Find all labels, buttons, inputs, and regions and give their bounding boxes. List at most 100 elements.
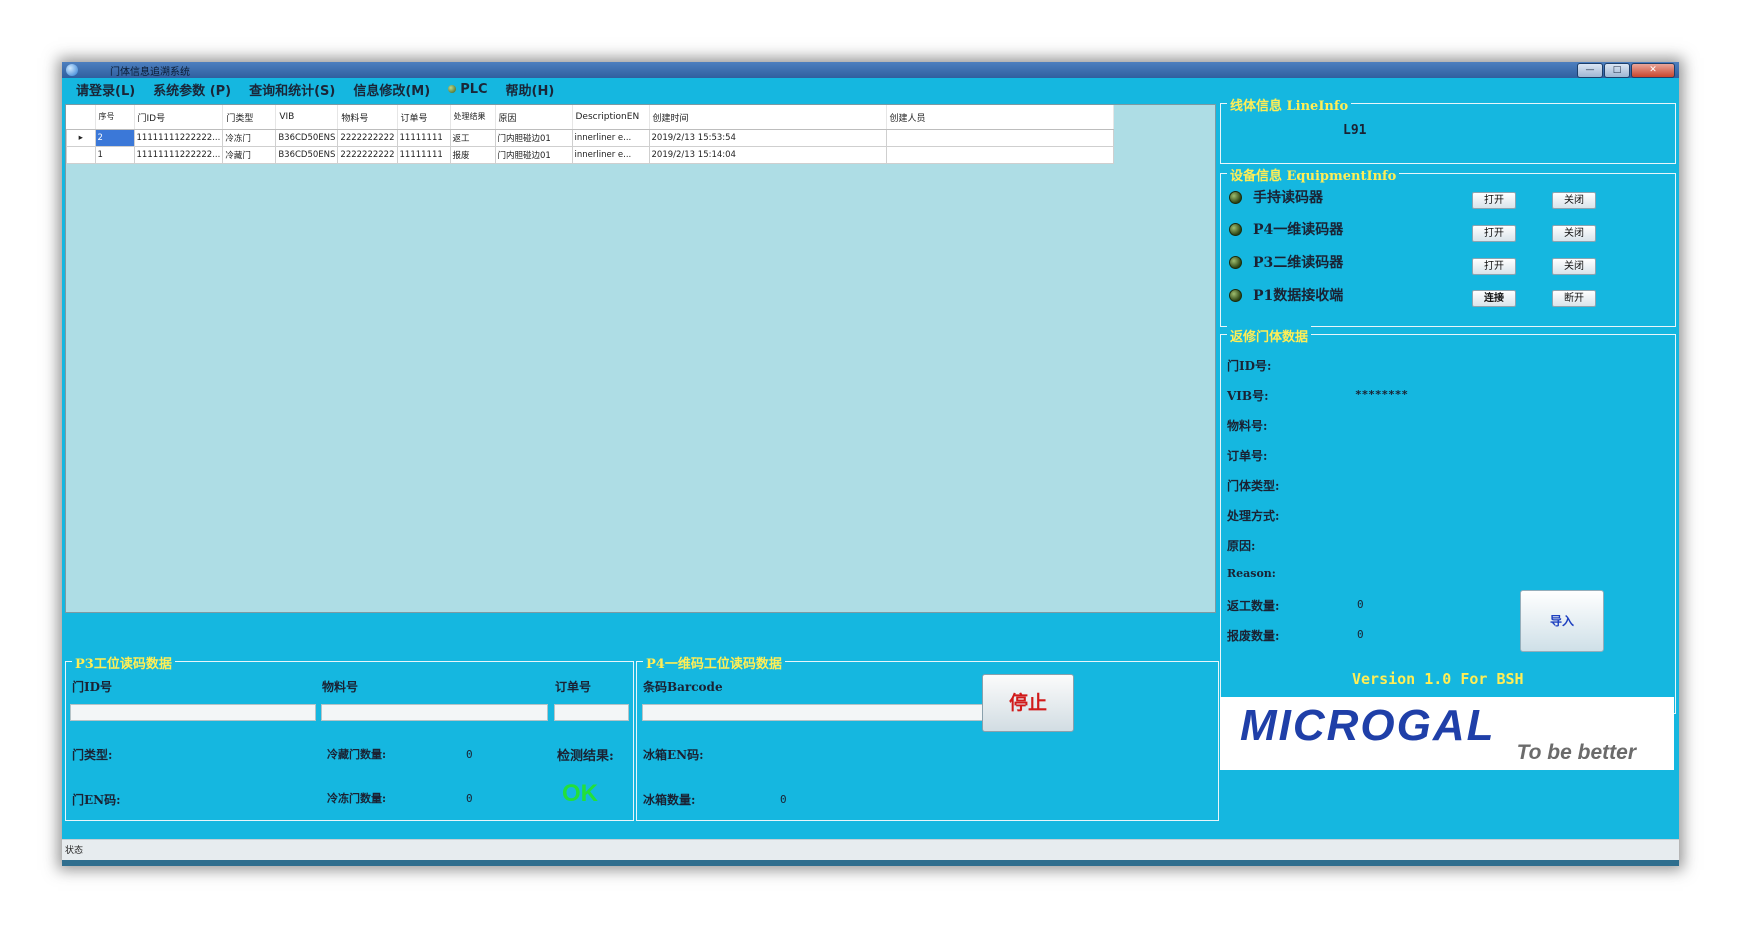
taskbar-strip: [62, 860, 1679, 866]
cell[interactable]: 门内胆碰边01: [494, 146, 573, 164]
cell[interactable]: B36CD50ENS: [275, 146, 339, 164]
p3-material-field[interactable]: [321, 704, 548, 721]
cell[interactable]: 冷冻门: [222, 129, 277, 147]
col-reason[interactable]: 原因: [495, 105, 573, 130]
repair-material-label: 物料号:: [1227, 419, 1268, 433]
repair-reason-en-label: Reason:: [1227, 567, 1276, 580]
p4-close-button[interactable]: 关闭: [1552, 225, 1596, 242]
close-icon[interactable]: ✕: [1631, 63, 1675, 78]
p3-order-label: 订单号: [555, 680, 592, 694]
repair-scrap-value: 0: [1357, 628, 1364, 641]
col-creator[interactable]: 创建人员: [886, 105, 1114, 130]
minimize-icon[interactable]: —: [1577, 63, 1603, 78]
maximize-icon[interactable]: □: [1604, 63, 1630, 78]
menu-plc[interactable]: PLC: [448, 81, 488, 97]
p3-open-button[interactable]: 打开: [1472, 258, 1516, 275]
window-title: 门体信息追溯系统: [110, 67, 190, 78]
plc-status-icon: [448, 85, 457, 93]
col-door-type[interactable]: 门类型: [222, 105, 277, 130]
table-row[interactable]: 1 11111111222222... 冷藏门 B36CD50ENS 22222…: [66, 146, 1114, 164]
cell[interactable]: 11111111: [396, 146, 451, 164]
cell[interactable]: 门内胆碰边01: [494, 129, 573, 147]
p4-barcode-field[interactable]: [642, 704, 986, 721]
repair-reason-label: 原因:: [1227, 539, 1256, 553]
p3-check-result: OK: [562, 780, 598, 807]
status-label: 状态: [65, 846, 84, 856]
stop-button[interactable]: 停止: [982, 674, 1074, 732]
handheld-close-button[interactable]: 关闭: [1552, 192, 1596, 209]
menu-help[interactable]: 帮助(H): [506, 80, 555, 99]
p3-door-type-label: 门类型:: [72, 748, 113, 762]
col-create-time[interactable]: 创建时间: [649, 105, 887, 130]
p3-door-en-label: 门EN码:: [72, 793, 121, 807]
cell[interactable]: 报废: [449, 146, 496, 164]
window-controls: — □ ✕: [1577, 63, 1675, 78]
p3-door-id-field[interactable]: [70, 704, 316, 721]
records-table: 序号 门ID号 门类型 VIB 物料号 订单号 处理结果 原因 Descript…: [66, 105, 1114, 164]
col-description-en[interactable]: DescriptionEN: [572, 105, 650, 130]
repair-order-label: 订单号:: [1227, 449, 1268, 463]
col-seq[interactable]: 序号: [95, 105, 135, 130]
cell[interactable]: 2222222222: [337, 129, 398, 147]
menu-login[interactable]: 请登录(L): [76, 80, 135, 99]
p1-connect-button[interactable]: 连接: [1472, 290, 1516, 307]
menu-info-edit[interactable]: 信息修改(M): [353, 80, 430, 99]
cell[interactable]: 2019/2/13 15:53:54: [648, 129, 887, 147]
p3-order-field[interactable]: [554, 704, 629, 721]
device-p1-receiver-label: P1数据接收端: [1253, 288, 1344, 304]
cell[interactable]: 2222222222: [337, 146, 398, 164]
line-info-title: 线体信息 LineInfo: [1227, 95, 1352, 114]
cell[interactable]: 返工: [449, 129, 496, 147]
p3-freezer-door-count-label: 冷冻门数量:: [327, 792, 387, 805]
col-result[interactable]: 处理结果: [450, 105, 496, 130]
col-vib[interactable]: VIB: [275, 105, 339, 130]
cell[interactable]: 2019/2/13 15:14:04: [648, 146, 887, 164]
records-grid[interactable]: 序号 门ID号 门类型 VIB 物料号 订单号 处理结果 原因 Descript…: [65, 104, 1216, 613]
cell[interactable]: 冷藏门: [222, 146, 277, 164]
cell[interactable]: innerliner e...: [571, 146, 650, 164]
repair-door-type-label: 门体类型:: [1227, 479, 1280, 493]
p3-freezer-door-count: 0: [466, 792, 473, 805]
p4-open-button[interactable]: 打开: [1472, 225, 1516, 242]
row-selector-icon[interactable]: ▸: [66, 129, 96, 147]
cell[interactable]: B36CD50ENS: [275, 129, 339, 147]
version-text: Version 1.0 For BSH: [1352, 670, 1524, 688]
brand-logo: MICROGAL: [1240, 701, 1496, 750]
row-selector[interactable]: [66, 146, 96, 164]
repair-handling-label: 处理方式:: [1227, 509, 1280, 523]
cell[interactable]: innerliner e...: [571, 129, 650, 147]
cell[interactable]: 1: [94, 146, 135, 164]
p4-fridge-count: 0: [780, 793, 787, 806]
p3-material-label: 物料号: [322, 680, 359, 694]
handheld-open-button[interactable]: 打开: [1472, 192, 1516, 209]
repair-rework-value: 0: [1357, 598, 1364, 611]
col-order[interactable]: 订单号: [397, 105, 451, 130]
line-info-panel: 线体信息 LineInfo L91: [1220, 95, 1676, 164]
cell[interactable]: 11111111222222...: [133, 146, 224, 164]
p3-fridge-door-count-label: 冷藏门数量:: [327, 748, 387, 761]
menu-system-params[interactable]: 系统参数 (P): [153, 80, 231, 99]
menu-query-stats[interactable]: 查询和统计(S): [249, 80, 335, 99]
repair-title: 返修门体数据: [1227, 326, 1312, 345]
p4-barcode-label: 条码Barcode: [643, 680, 723, 694]
p3-close-button[interactable]: 关闭: [1552, 258, 1596, 275]
line-info-value: L91: [1343, 123, 1367, 138]
cell[interactable]: [885, 146, 1114, 164]
col-material[interactable]: 物料号: [337, 105, 398, 130]
p1-disconnect-button[interactable]: 断开: [1552, 290, 1596, 307]
plc-label: PLC: [460, 81, 488, 97]
cell[interactable]: 11111111222222...: [133, 129, 224, 147]
p4-fridge-count-label: 冰箱数量:: [643, 793, 696, 807]
import-button[interactable]: 导入: [1520, 590, 1604, 652]
p3-door-id-label: 门ID号: [72, 680, 113, 694]
cell[interactable]: [885, 129, 1114, 147]
cell[interactable]: 11111111: [396, 129, 451, 147]
table-row[interactable]: ▸ 2 11111111222222... 冷冻门 B36CD50ENS 222…: [66, 129, 1114, 147]
p3-panel: P3工位读码数据 门ID号 物料号 订单号 门类型: 冷藏门数量: 0 检测结果…: [65, 653, 634, 821]
col-door-id[interactable]: 门ID号: [134, 105, 224, 130]
cell[interactable]: 2: [94, 129, 135, 147]
device-handheld-reader-label: 手持读码器: [1253, 190, 1323, 206]
device-status-icon: [1229, 289, 1242, 302]
p3-panel-title: P3工位读码数据: [72, 653, 175, 672]
row-header-corner: [66, 105, 96, 130]
